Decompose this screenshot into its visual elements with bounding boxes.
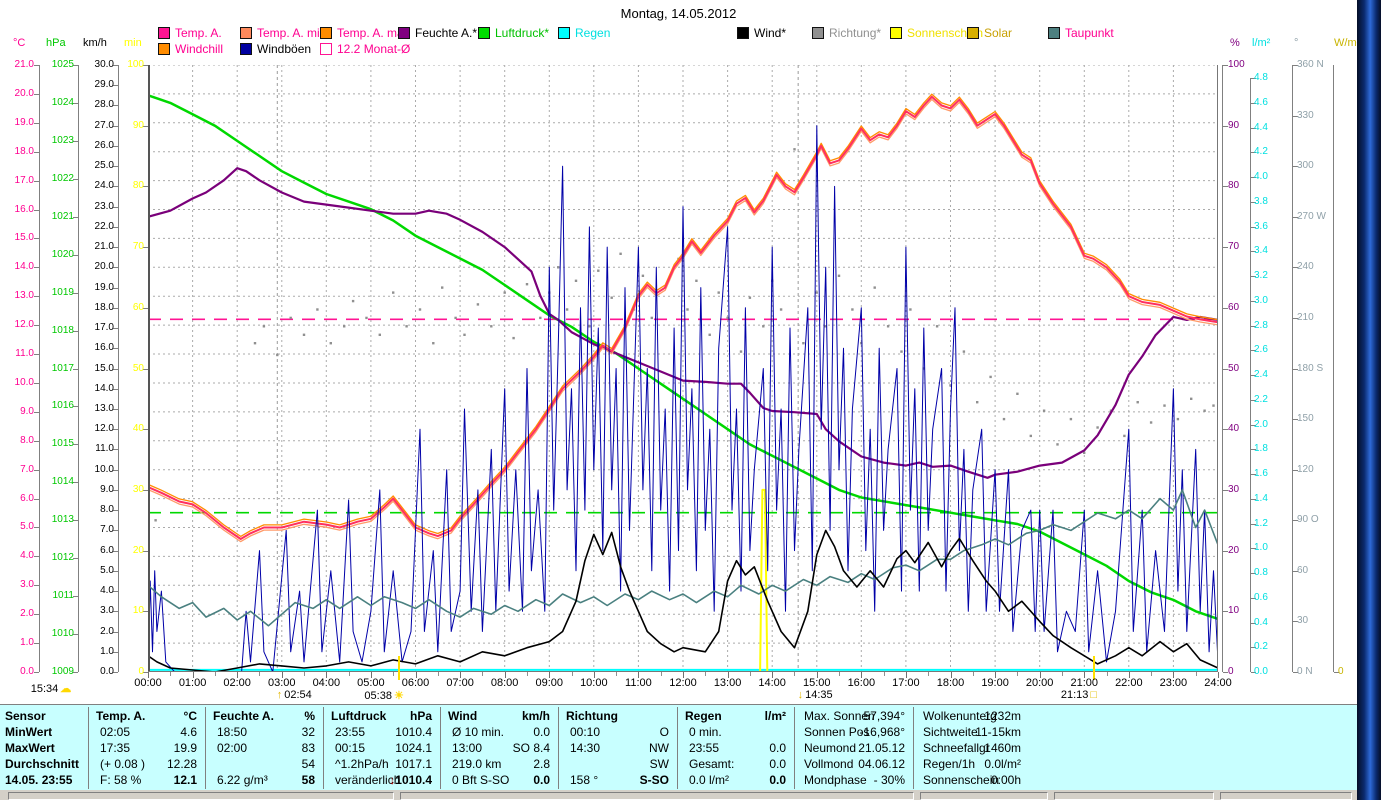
weather-app-window: Montag, 14.05.2012 Temp. A. Temp. A. min T…	[0, 0, 1360, 800]
axis-event-21-13: 21:13 □	[1061, 689, 1099, 701]
table-row-label: MaxWert	[5, 741, 55, 755]
table-info-value: 04.06.12	[858, 757, 905, 771]
table-row-label: 14.05. 23:55	[5, 773, 73, 787]
table-info-value: 0.0l/m²	[984, 757, 1021, 771]
table-cell-value: 0.0	[769, 773, 786, 787]
table-row-label: Sensor	[5, 709, 46, 723]
table-separator	[677, 707, 678, 789]
table-separator	[88, 707, 89, 789]
table-col-header-temp-a: Temp. A.	[96, 709, 146, 723]
table-separator	[205, 707, 206, 789]
table-cell-value: 1010.4	[395, 725, 432, 739]
table-info-value: 11-15km	[975, 725, 1021, 739]
statusbar-panel	[1054, 792, 1214, 800]
table-cell-value: 0.0	[769, 757, 786, 771]
up-icon: ↑	[276, 689, 283, 701]
table-cell-time: 02:00	[217, 741, 248, 755]
table-info-value: -16,968°	[859, 725, 906, 739]
table-row-label: Durchschnitt	[5, 757, 80, 771]
table-info-value: 21.05.12	[858, 741, 905, 755]
table-separator	[558, 707, 559, 789]
table-col-header-regen: Regen	[685, 709, 722, 723]
statusbar-panel	[1220, 792, 1352, 800]
table-col-unit: l/m²	[764, 709, 786, 723]
annotation-time: 15:34	[30, 682, 59, 695]
table-col-unit: km/h	[521, 709, 550, 723]
table-cell-time: 00:15	[335, 741, 366, 755]
table-cell-value: SW	[649, 757, 669, 771]
table-cell-value: S-SO	[639, 773, 669, 787]
table-info-value: - 30%	[873, 773, 905, 787]
table-separator	[913, 707, 914, 789]
table-cell-time: 23:55	[689, 741, 720, 755]
table-cell-value: 12.28	[166, 757, 197, 771]
table-cell-time: 17:35	[100, 741, 131, 755]
axis-event-14-35: ↓ 14:35	[796, 689, 833, 701]
axis-event-02-54: ↑ 02:54	[275, 689, 312, 701]
table-cell-time: 18:50	[217, 725, 248, 739]
table-row-label: MinWert	[5, 725, 53, 739]
table-separator	[323, 707, 324, 789]
table-info-value: 1232m	[984, 709, 1021, 723]
table-cell-value: 0.0	[533, 725, 550, 739]
table-col-unit: hPa	[409, 709, 432, 723]
table-info-value: 1460m	[984, 741, 1021, 755]
table-cell-value: 2.8	[533, 757, 550, 771]
table-cell-value: 19.9	[173, 741, 197, 755]
cloud-icon: ☁	[60, 683, 72, 695]
box-icon: □	[1090, 689, 1098, 701]
table-col-header-richtung: Richtung	[566, 709, 618, 723]
table-cell-value: 54	[301, 757, 315, 771]
table-cell-time: 158 °	[570, 773, 599, 787]
statusbar-panel	[400, 792, 914, 800]
table-cell-time: 02:05	[100, 725, 131, 739]
summary-table: Sensor MinWert MaxWert Durchschnitt 14.05. 2…	[0, 704, 1357, 791]
table-cell-time: 23:55	[335, 725, 366, 739]
statusbar-panel	[920, 792, 1048, 800]
table-cell-value: 32	[301, 725, 315, 739]
pressure-trend-arrow-icon: ↓	[389, 773, 396, 787]
table-cell-value: 1024.1	[395, 741, 432, 755]
table-cell-time: 14:30	[570, 741, 601, 755]
table-cell-value: 0.0	[533, 773, 550, 787]
table-separator	[440, 707, 441, 789]
table-cell-value: 1017.1	[395, 757, 432, 771]
status-bar	[0, 790, 1357, 800]
corner-annotation: 15:34 ☁	[30, 682, 74, 696]
table-col-unit: °C	[183, 709, 197, 723]
table-cell-value: 4.6	[180, 725, 197, 739]
sun-icon: ☀	[393, 690, 404, 702]
axis-event-05-38: 05:38 ☀	[364, 689, 405, 703]
table-separator	[794, 707, 795, 789]
table-info-value: 57,394°	[863, 709, 905, 723]
table-cell-time: 13:00	[452, 741, 483, 755]
table-cell-time: 00:10	[570, 725, 601, 739]
table-info-value: 0:00h	[990, 773, 1021, 787]
table-cell-value: NW	[649, 741, 669, 755]
annotation-time: 05:38	[364, 689, 392, 702]
table-cell-value: SO 8.4	[512, 741, 550, 755]
table-cell-value: 0.0	[769, 741, 786, 755]
statusbar-panel	[8, 792, 394, 800]
table-col-header-wind: Wind	[448, 709, 478, 723]
table-cell-value: 83	[301, 741, 315, 755]
annotation-time: 14:35	[805, 689, 833, 701]
annotations: ↑ 02:54 05:38 ☀ ↓ 14:35 21:13 □ 15:34 ☁	[0, 0, 1357, 800]
table-cell-value: O	[659, 725, 669, 739]
table-cell-value: 58	[301, 773, 315, 787]
down-icon: ↓	[797, 689, 804, 701]
annotation-time: 21:13	[1060, 689, 1089, 701]
table-cell-value: ↓1010.4	[389, 773, 432, 787]
annotation-time: 02:54	[284, 689, 312, 701]
desktop-background	[1357, 0, 1381, 800]
table-col-unit: %	[304, 709, 315, 723]
table-cell-time: 0 min.	[689, 725, 722, 739]
table-cell-value: 12.1	[173, 773, 197, 787]
